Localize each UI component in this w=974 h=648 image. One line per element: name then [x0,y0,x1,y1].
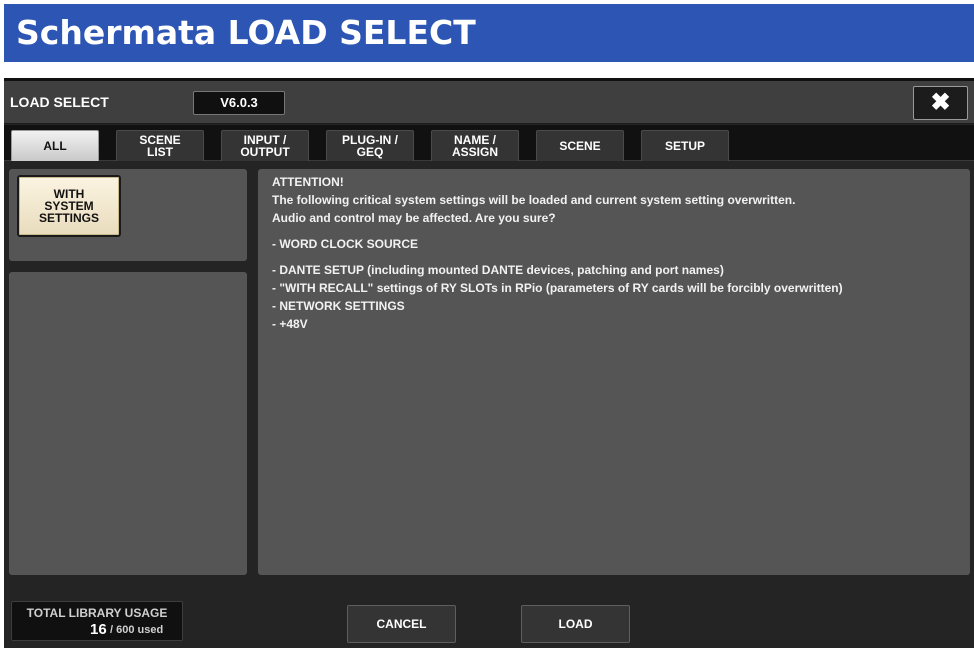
tab-name-assign[interactable]: NAME / ASSIGN [431,130,519,161]
cancel-button[interactable]: CANCEL [347,605,456,643]
tab-scene-list[interactable]: SCENE LIST [116,130,204,161]
setting-item-48v: - +48V [272,317,308,331]
setting-item-with-recall: - "WITH RECALL" settings of RY SLOTs in … [272,281,843,295]
close-icon: ✖ [930,89,951,116]
library-usage-indicator: TOTAL LIBRARY USAGE 16 / 600 used [11,601,183,641]
tab-all[interactable]: ALL [11,130,99,161]
system-settings-panel: WITH SYSTEM SETTINGS [9,169,247,261]
load-select-window: LOAD SELECT V6.0.3 ✖ ALL SCENE LIST INPU… [4,78,974,648]
tab-plugin-geq[interactable]: PLUG-IN / GEQ [326,130,414,161]
attention-line-2: Audio and control may be affected. Are y… [272,211,556,225]
page-header-title: Schermata LOAD SELECT [4,4,974,62]
title-bar: LOAD SELECT V6.0.3 ✖ [4,81,974,124]
setting-item-word-clock: - WORD CLOCK SOURCE [272,237,418,251]
footer-bar: TOTAL LIBRARY USAGE 16 / 600 used CANCEL… [4,575,974,648]
library-usage-total: / 600 used [110,624,164,636]
library-usage-count: 16 [90,621,107,638]
tab-bar: ALL SCENE LIST INPUT / OUTPUT PLUG-IN / … [4,125,974,161]
version-badge: V6.0.3 [193,91,285,115]
with-system-settings-button[interactable]: WITH SYSTEM SETTINGS [17,175,121,237]
attention-message-panel: ATTENTION! The following critical system… [258,169,970,575]
load-button[interactable]: LOAD [521,605,630,643]
tab-scene[interactable]: SCENE [536,130,624,161]
setting-item-dante-setup: - DANTE SETUP (including mounted DANTE d… [272,263,724,277]
setting-item-network: - NETWORK SETTINGS [272,299,405,313]
attention-line-1: The following critical system settings w… [272,193,796,207]
tab-setup[interactable]: SETUP [641,130,729,161]
window-title: LOAD SELECT [10,94,109,110]
close-button[interactable]: ✖ [913,86,968,120]
library-usage-label: TOTAL LIBRARY USAGE [26,606,168,620]
tab-input-output[interactable]: INPUT / OUTPUT [221,130,309,161]
left-empty-panel [9,272,247,575]
attention-heading: ATTENTION! [272,175,344,189]
